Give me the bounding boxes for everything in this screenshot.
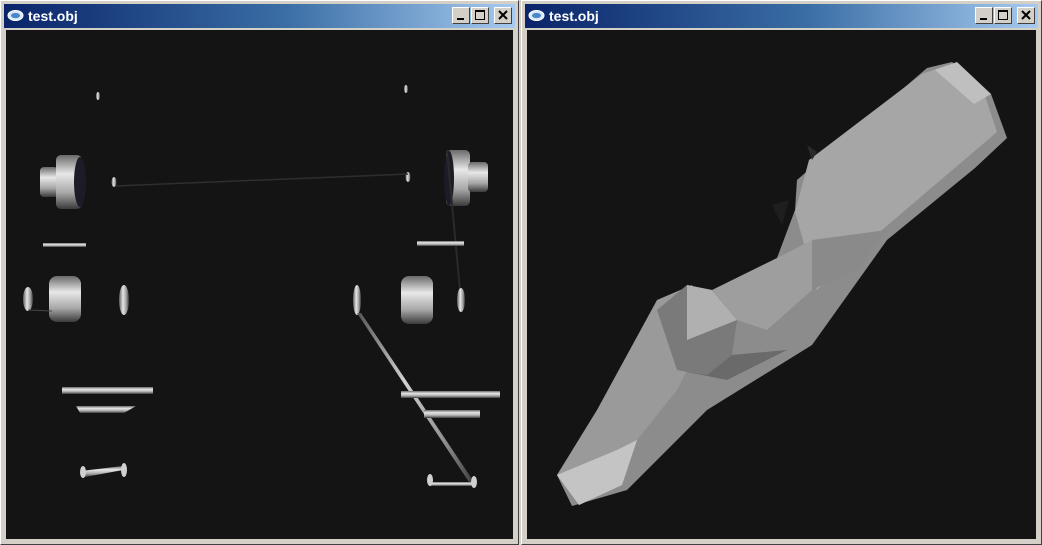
close-button[interactable] — [1017, 7, 1035, 24]
maximize-button[interactable] — [994, 7, 1012, 24]
part-hub — [353, 276, 465, 324]
part-hub — [40, 155, 86, 209]
scene-single-part — [557, 62, 1007, 506]
part-hub — [23, 276, 129, 322]
part-pin — [404, 85, 408, 93]
3d-viewport[interactable] — [527, 30, 1036, 539]
part-bar — [424, 410, 480, 418]
minimize-icon — [457, 18, 464, 20]
scene-multiple-parts — [23, 85, 500, 488]
window-left[interactable]: test.obj — [0, 0, 519, 545]
part-rod — [115, 173, 409, 187]
maximize-button[interactable] — [471, 7, 489, 24]
close-icon — [1021, 10, 1031, 20]
minimize-button[interactable] — [975, 7, 993, 24]
part-clip — [80, 463, 127, 478]
part-bar — [401, 391, 500, 398]
part-rod — [357, 313, 476, 485]
minimize-button[interactable] — [452, 7, 470, 24]
part-bar — [76, 406, 136, 413]
minimize-icon — [980, 18, 987, 20]
app-icon[interactable] — [528, 9, 545, 22]
window-title: test.obj — [549, 8, 599, 24]
close-button[interactable] — [494, 7, 512, 24]
window-title: test.obj — [28, 8, 78, 24]
close-icon — [498, 10, 508, 20]
app-icon[interactable] — [7, 9, 24, 22]
part-rod — [27, 309, 53, 312]
title-bar[interactable]: test.obj — [525, 4, 1038, 28]
part-pin — [111, 177, 117, 187]
window-right[interactable]: test.obj — [521, 0, 1042, 545]
3d-viewport[interactable] — [6, 30, 513, 539]
part-bar — [417, 241, 464, 246]
title-bar[interactable]: test.obj — [4, 4, 515, 28]
part-arm — [557, 62, 1007, 506]
maximize-icon — [998, 10, 1008, 20]
part-bar — [62, 387, 153, 394]
maximize-icon — [475, 10, 485, 20]
part-pin — [96, 92, 100, 100]
part-bar — [43, 243, 86, 247]
